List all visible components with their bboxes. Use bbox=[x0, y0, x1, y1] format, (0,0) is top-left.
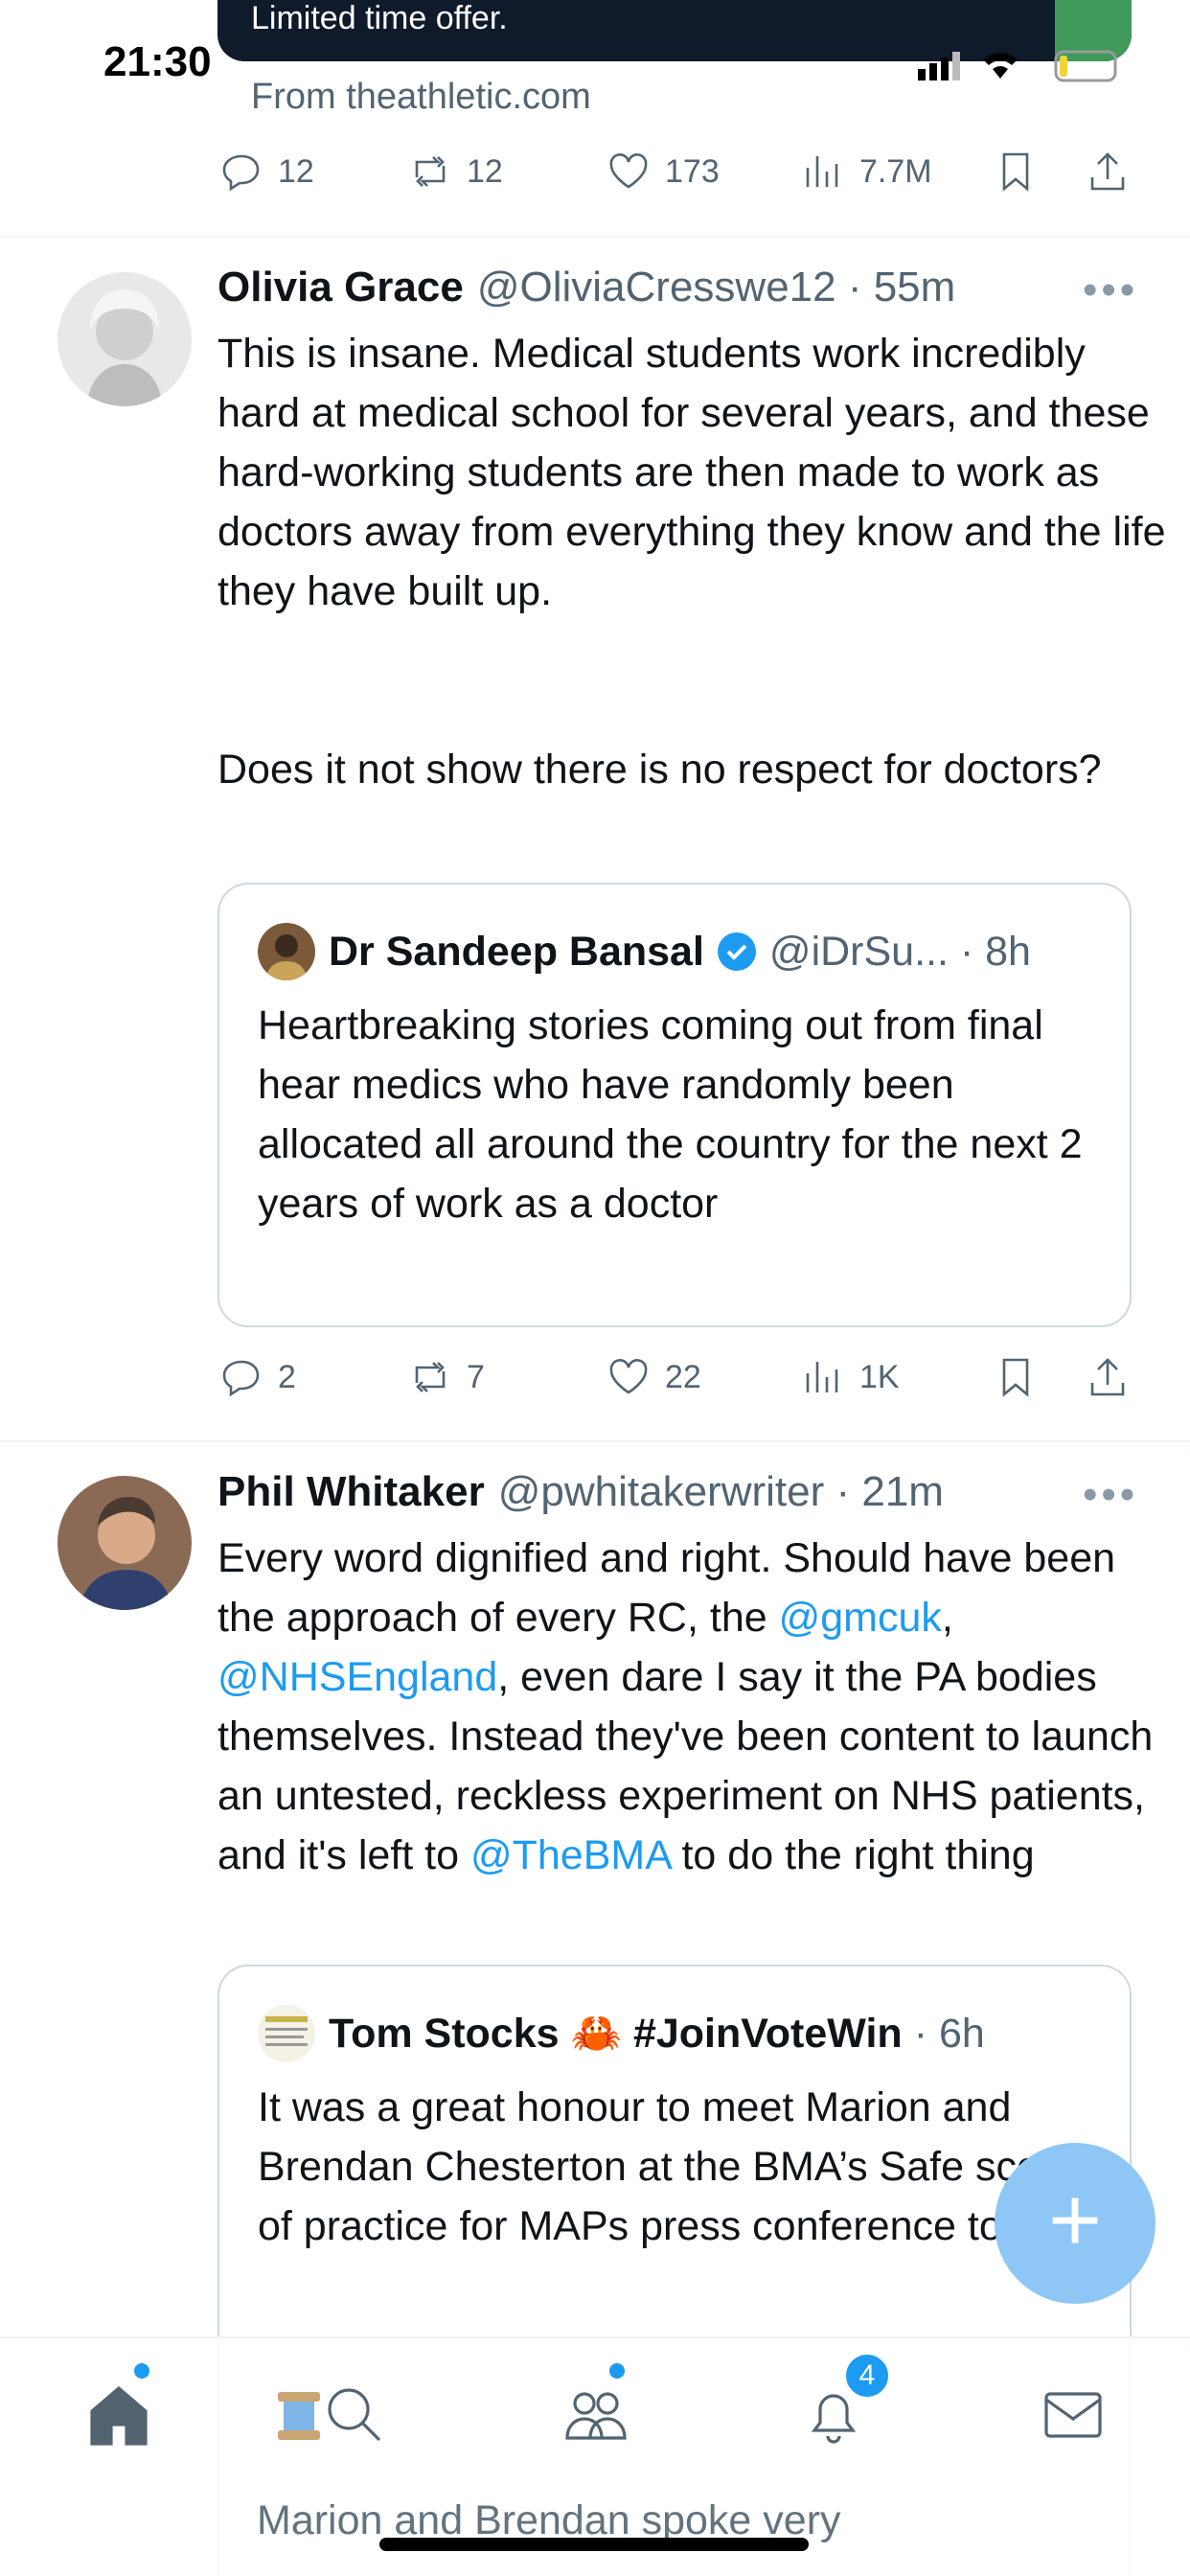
handle-time: @OliviaCresswe12 · 55m bbox=[476, 264, 956, 310]
share-icon bbox=[1090, 1358, 1125, 1396]
status-icons bbox=[912, 48, 1123, 82]
messages-tab[interactable] bbox=[1035, 2377, 1111, 2453]
avatar[interactable] bbox=[57, 1476, 192, 1610]
mail-icon bbox=[1044, 2392, 1102, 2438]
communities-icon bbox=[565, 2392, 627, 2440]
search-tab[interactable] bbox=[316, 2377, 393, 2453]
quote-display-name: Tom Stocks 🦀 #JoinVoteWin bbox=[329, 2011, 903, 2057]
more-options-icon[interactable]: ••• bbox=[1083, 266, 1138, 314]
views-icon bbox=[806, 1362, 838, 1392]
mention-link[interactable]: @NHSEngland bbox=[217, 1654, 497, 1700]
reply-count: 12 bbox=[278, 152, 314, 190]
views-count: 7.7M bbox=[859, 152, 932, 190]
link-source[interactable]: From theathletic.com bbox=[251, 77, 591, 118]
tweet-text: Every word dignified and right. Should h… bbox=[217, 1529, 1176, 1885]
quote-text: It was a great honour to meet Marion and… bbox=[258, 2084, 1086, 2249]
spool-icon bbox=[261, 2377, 320, 2453]
share-icon bbox=[1090, 152, 1125, 191]
tweet-text-part: to do the right thing bbox=[670, 1832, 1035, 1878]
reply-icon bbox=[222, 1360, 260, 1397]
like-count: 173 bbox=[665, 152, 720, 190]
avatar[interactable] bbox=[57, 272, 192, 406]
share-button[interactable] bbox=[1085, 1354, 1131, 1400]
bookmark-button[interactable] bbox=[993, 149, 1039, 195]
reply-count: 2 bbox=[278, 1358, 296, 1395]
plus-icon: + bbox=[1047, 2169, 1103, 2271]
repost-button[interactable]: 12 bbox=[407, 149, 503, 195]
quote-text: Heartbreaking stories coming out from fi… bbox=[258, 1002, 1083, 1227]
quote-display-name: Dr Sandeep Bansal bbox=[329, 928, 704, 975]
bookmark-icon bbox=[1002, 1358, 1029, 1397]
divider bbox=[0, 1440, 1190, 1442]
home-icon bbox=[90, 2385, 148, 2446]
views-count: 1K bbox=[859, 1358, 900, 1395]
reply-icon bbox=[222, 154, 260, 192]
status-time: 21:30 bbox=[103, 38, 212, 85]
wifi-icon bbox=[983, 53, 1018, 79]
handle-time: @pwhitakerwriter · 21m bbox=[497, 1468, 944, 1515]
bookmark-icon bbox=[1002, 152, 1029, 192]
avatar bbox=[258, 2005, 315, 2062]
communities-tab[interactable] bbox=[556, 2377, 632, 2453]
avatar bbox=[258, 923, 315, 980]
reply-button[interactable]: 12 bbox=[218, 149, 314, 195]
signal-icon bbox=[918, 69, 926, 80]
display-name[interactable]: Phil Whitaker bbox=[217, 1468, 485, 1516]
home-tab[interactable] bbox=[80, 2377, 157, 2453]
promo-text: Limited time offer. bbox=[251, 0, 508, 36]
repost-icon bbox=[415, 156, 446, 187]
display-name[interactable]: Olivia Grace bbox=[217, 264, 464, 311]
mention-link[interactable]: @gmcuk bbox=[779, 1595, 942, 1641]
bookmark-button[interactable] bbox=[993, 1354, 1039, 1400]
tweet-text-part: , bbox=[941, 1595, 965, 1641]
notification-dot bbox=[134, 2363, 149, 2379]
repost-icon bbox=[415, 1362, 446, 1392]
like-button[interactable]: 22 bbox=[606, 1354, 701, 1400]
tweet-header: Phil Whitaker @pwhitakerwriter · 21m bbox=[217, 1468, 944, 1516]
repost-count: 7 bbox=[467, 1358, 485, 1395]
tweet-text-part: Every word dignified and right. Should h… bbox=[217, 1535, 1128, 1641]
views-button[interactable]: 1K bbox=[800, 1354, 900, 1400]
notification-dot bbox=[609, 2363, 625, 2379]
divider bbox=[0, 236, 1190, 238]
share-button[interactable] bbox=[1085, 149, 1131, 195]
mention-link[interactable]: @TheBMA bbox=[470, 1832, 671, 1878]
quote-tweet[interactable]: Dr Sandeep Bansal @iDrSu... · 8h Heartbr… bbox=[217, 883, 1132, 1327]
more-options-icon[interactable]: ••• bbox=[1083, 1471, 1138, 1519]
reply-button[interactable]: 2 bbox=[218, 1354, 296, 1400]
like-button[interactable]: 173 bbox=[606, 149, 720, 195]
tweet-text: This is insane. Medical students work in… bbox=[217, 331, 1178, 614]
search-icon bbox=[328, 2388, 381, 2442]
quote-handle-time: @iDrSu... · 8h bbox=[768, 928, 1031, 975]
notifications-badge: 4 bbox=[843, 2352, 891, 2400]
like-count: 22 bbox=[665, 1358, 701, 1395]
home-indicator[interactable] bbox=[379, 2538, 809, 2551]
views-button[interactable]: 7.7M bbox=[800, 149, 932, 195]
repost-count: 12 bbox=[467, 152, 503, 190]
repost-button[interactable]: 7 bbox=[407, 1354, 485, 1400]
tweet-text: Does it not show there is no respect for… bbox=[217, 747, 1102, 793]
verified-badge-icon bbox=[717, 932, 756, 971]
tweet-header: Olivia Grace @OliviaCresswe12 · 55m bbox=[217, 264, 955, 311]
compose-button[interactable]: + bbox=[995, 2143, 1156, 2304]
heart-icon bbox=[609, 1359, 648, 1394]
quote-handle-time: · 6h bbox=[913, 2010, 985, 2057]
heart-icon bbox=[609, 153, 648, 189]
views-icon bbox=[806, 156, 838, 187]
